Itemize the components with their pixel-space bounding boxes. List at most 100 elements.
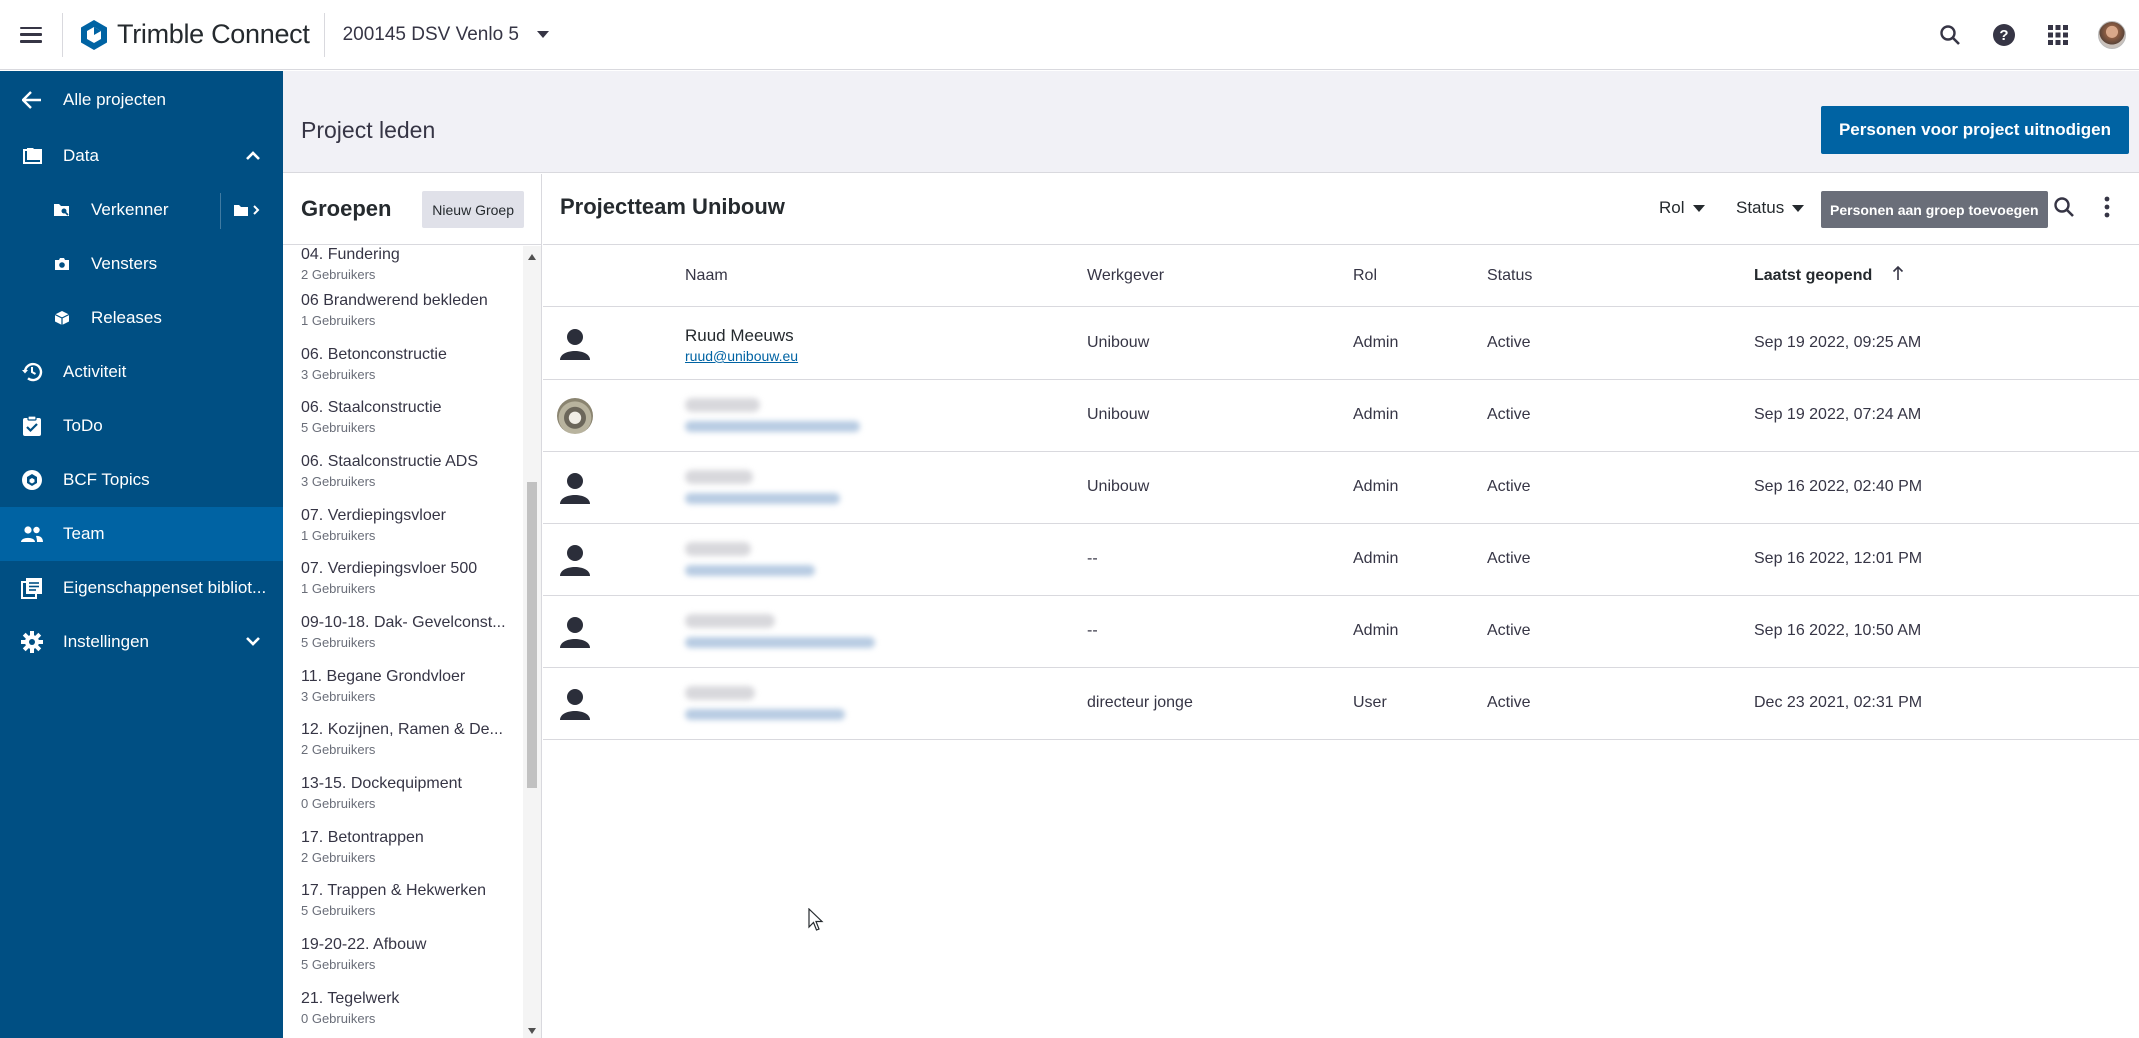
sidebar-item-verkenner[interactable]: Verkenner <box>0 183 283 237</box>
group-name: 13-15. Dockequipment <box>301 775 462 793</box>
new-group-button[interactable]: Nieuw Groep <box>422 191 524 228</box>
list-item[interactable]: 06. Staalconstructie 5 Gebruikers <box>283 390 523 444</box>
member-status: Active <box>1487 334 1531 351</box>
sidebar-item-releases[interactable]: Releases <box>0 291 283 345</box>
list-item[interactable]: 13-15. Dockequipment 0 Gebruikers <box>283 766 523 820</box>
member-employer: directeur jonge <box>1087 694 1193 711</box>
folder-icon <box>20 144 44 168</box>
member-name-redacted <box>685 398 760 412</box>
menu-button[interactable] <box>0 0 62 70</box>
column-header-role[interactable]: Rol <box>1353 267 1377 285</box>
member-role: User <box>1353 694 1387 711</box>
sidebar-item-team[interactable]: Team <box>0 507 283 561</box>
member-email-redacted <box>685 493 840 504</box>
group-count: 1 Gebruikers <box>301 312 376 328</box>
person-avatar-icon <box>560 545 590 576</box>
scrollbar-thumb[interactable] <box>527 482 537 788</box>
member-last-opened: Dec 23 2021, 02:31 PM <box>1754 694 1923 711</box>
sidebar-item-vensters[interactable]: Vensters <box>0 237 283 291</box>
member-status: Active <box>1487 694 1531 711</box>
scroll-down-icon[interactable] <box>528 1028 536 1034</box>
sidebar-item-all-projects[interactable]: Alle projecten <box>0 71 283 129</box>
group-list-scrollbar[interactable] <box>523 246 541 1038</box>
brand-logo[interactable]: Trimble Connect <box>63 0 324 70</box>
project-selector[interactable]: 200145 DSV Venlo 5 <box>325 0 549 70</box>
folder-arrow-icon <box>234 205 260 216</box>
list-item[interactable]: 12. Kozijnen, Ramen & De... 2 Gebruikers <box>283 713 523 767</box>
sidebar-item-todo[interactable]: ToDo <box>0 399 283 453</box>
sidebar: Alle projecten Data Verkenner Vensters R… <box>0 71 283 1038</box>
member-email[interactable]: ruud@unibouw.eu <box>685 348 798 364</box>
column-header-status[interactable]: Status <box>1487 267 1532 285</box>
open-folder-button[interactable] <box>233 202 261 222</box>
table-row[interactable]: Ruud Meeuws ruud@unibouw.eu Unibouw Admi… <box>543 308 2139 380</box>
list-item[interactable]: 04. Fundering 2 Gebruikers <box>283 246 523 283</box>
member-last-opened: Sep 16 2022, 12:01 PM <box>1754 550 1923 567</box>
camera-icon <box>50 252 74 276</box>
table-row[interactable]: -- Admin Active Sep 16 2022, 12:01 PM <box>543 524 2139 596</box>
status-filter[interactable]: Status <box>1736 198 1805 218</box>
group-name: 21. Tegelwerk <box>301 989 400 1007</box>
sidebar-item-activiteit[interactable]: Activiteit <box>0 345 283 399</box>
member-role: Admin <box>1353 478 1399 495</box>
list-item[interactable]: 09-10-18. Dak- Gevelconst... 5 Gebruikers <box>283 605 523 659</box>
search-icon[interactable] <box>2053 196 2075 223</box>
member-employer: -- <box>1087 550 1098 567</box>
list-item[interactable]: 07. Verdiepingsvloer 500 1 Gebruikers <box>283 551 523 605</box>
invite-people-button[interactable]: Personen voor project uitnodigen <box>1820 106 2129 154</box>
add-people-to-group-button[interactable]: Personen aan groep toevoegen <box>1821 191 2048 228</box>
column-header-employer[interactable]: Werkgever <box>1087 267 1164 285</box>
hamburger-icon <box>20 26 42 43</box>
list-item[interactable]: 07. Verdiepingsvloer 1 Gebruikers <box>283 498 523 552</box>
column-header-name[interactable]: Naam <box>685 267 728 285</box>
column-header-last-opened[interactable]: Laatst geopend <box>1754 267 1872 285</box>
gear-icon <box>20 630 44 654</box>
group-name: 19-20-22. Afbouw <box>301 936 427 954</box>
sidebar-item-label: Releases <box>91 308 162 327</box>
role-filter[interactable]: Rol <box>1659 198 1705 218</box>
sidebar-item-instellingen[interactable]: Instellingen <box>0 615 283 669</box>
more-vertical-icon[interactable] <box>2104 196 2110 223</box>
group-count: 2 Gebruikers <box>301 849 376 865</box>
list-item[interactable]: 11. Begane Grondvloer 3 Gebruikers <box>283 659 523 713</box>
list-item[interactable]: 21. Tegelwerk 0 Gebruikers <box>283 981 523 1035</box>
member-name-redacted <box>685 686 755 700</box>
group-count: 5 Gebruikers <box>301 420 376 436</box>
table-row[interactable]: Unibouw Admin Active Sep 16 2022, 02:40 … <box>543 452 2139 524</box>
member-role: Admin <box>1353 622 1399 639</box>
chevron-down-icon <box>245 632 261 652</box>
table-row[interactable]: Unibouw Admin Active Sep 19 2022, 07:24 … <box>543 380 2139 452</box>
member-name: Ruud Meeuws <box>685 326 794 345</box>
arrow-left-icon <box>20 88 44 112</box>
member-employer: Unibouw <box>1087 334 1150 351</box>
help-button[interactable]: ? <box>1977 0 2031 70</box>
list-item[interactable]: 06. Betonconstructie 3 Gebruikers <box>283 337 523 391</box>
list-item[interactable]: 19-20-22. Afbouw 5 Gebruikers <box>283 927 523 981</box>
sidebar-item-eigenschappenset[interactable]: Eigenschappenset bibliot... <box>0 561 283 615</box>
chevron-down-icon <box>537 31 549 38</box>
list-item[interactable]: 06 Brandwerend bekleden 1 Gebruikers <box>283 283 523 337</box>
top-bar: Trimble Connect 200145 DSV Venlo 5 ? <box>0 0 2139 70</box>
scroll-up-icon[interactable] <box>528 254 536 260</box>
user-menu-button[interactable] <box>2085 0 2139 70</box>
list-item[interactable]: 06. Staalconstructie ADS 3 Gebruikers <box>283 444 523 498</box>
list-item[interactable]: 17. Trappen & Hekwerken 5 Gebruikers <box>283 874 523 928</box>
sidebar-item-label: Verkenner <box>91 200 169 219</box>
sidebar-item-data[interactable]: Data <box>0 129 283 183</box>
sidebar-item-bcf-topics[interactable]: BCF Topics <box>0 453 283 507</box>
member-status: Active <box>1487 550 1531 567</box>
sidebar-item-label: Activiteit <box>63 362 127 381</box>
sidebar-item-label: Vensters <box>91 254 158 273</box>
list-item[interactable]: 17. Betontrappen 2 Gebruikers <box>283 820 523 874</box>
search-button[interactable] <box>1923 0 1977 70</box>
bcf-icon <box>20 468 44 492</box>
library-icon <box>20 576 44 600</box>
member-name-redacted <box>685 470 753 484</box>
apps-button[interactable] <box>2031 0 2085 70</box>
sort-ascending-icon[interactable] <box>1892 265 1904 286</box>
member-last-opened: Sep 16 2022, 10:50 AM <box>1754 622 1922 639</box>
table-row[interactable]: -- Admin Active Sep 16 2022, 10:50 AM <box>543 596 2139 668</box>
history-icon <box>20 360 44 384</box>
chevron-down-icon <box>1692 204 1705 212</box>
table-row[interactable]: directeur jonge User Active Dec 23 2021,… <box>543 668 2139 740</box>
